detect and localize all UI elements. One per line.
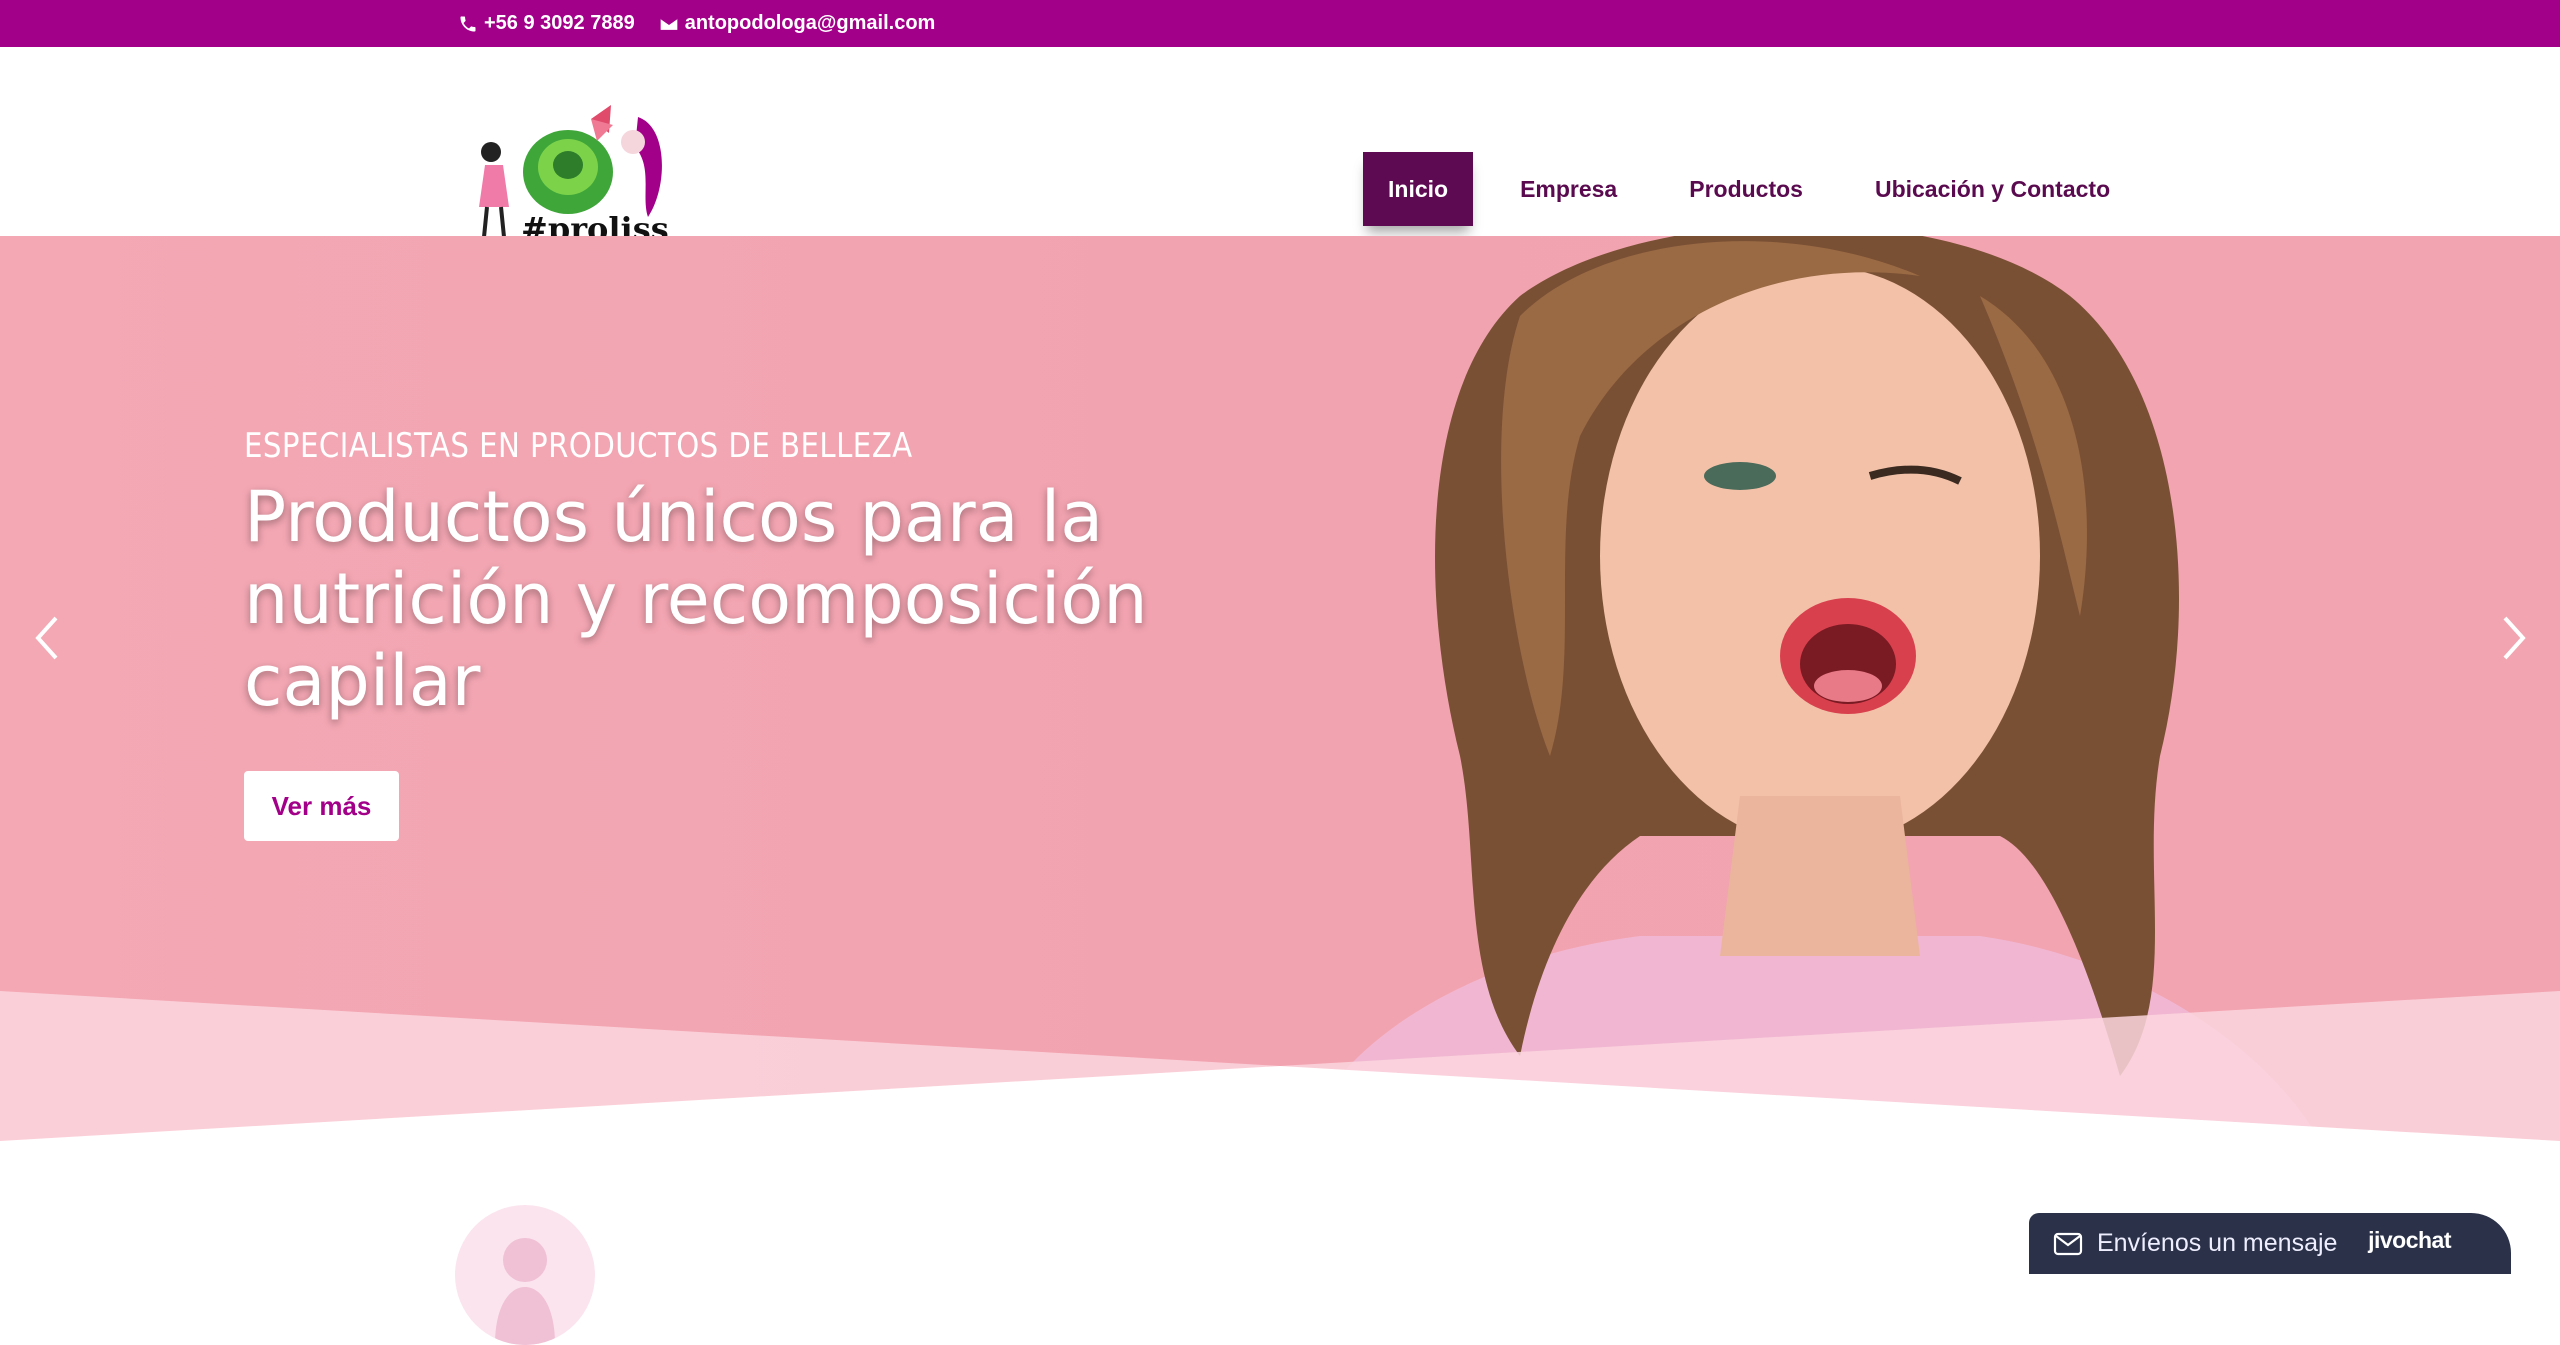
message-icon (2053, 1232, 2083, 1255)
hero-eyebrow: ESPECIALISTAS EN PRODUCTOS DE BELLEZA (244, 426, 913, 466)
chevron-right-icon (2503, 616, 2526, 660)
hero-title: Productos únicos para la nutrición y rec… (244, 476, 1148, 722)
phone-link[interactable]: +56 9 3092 7889 (458, 12, 635, 35)
chevron-left-icon (35, 616, 58, 660)
phone-number: +56 9 3092 7889 (484, 12, 635, 34)
top-bar: +56 9 3092 7889 antopodologa@gmail.com (0, 0, 2560, 47)
site-header: #proliss chile Inicio Empresa Productos … (0, 47, 2560, 280)
email-link[interactable]: antopodologa@gmail.com (659, 12, 936, 35)
slider-prev-button[interactable] (26, 608, 66, 668)
hero-slider: ESPECIALISTAS EN PRODUCTOS DE BELLEZA Pr… (0, 236, 2560, 1141)
nav-item-inicio[interactable]: Inicio (1363, 152, 1474, 226)
chat-widget[interactable]: Envíenos un mensaje jivochat (2029, 1213, 2511, 1274)
chat-brand: jivochat (2368, 1227, 2451, 1253)
slider-next-button[interactable] (2495, 608, 2535, 668)
woman-silhouette-icon (495, 1238, 555, 1345)
hero-model-image (1300, 236, 2320, 1141)
nav-item-empresa[interactable]: Empresa (1495, 152, 1642, 226)
nav-item-ubicacion-contacto[interactable]: Ubicación y Contacto (1850, 152, 2135, 226)
ver-mas-button[interactable]: Ver más (244, 771, 399, 841)
envelope-icon (659, 16, 678, 30)
email-address: antopodologa@gmail.com (684, 12, 936, 34)
phone-icon (460, 16, 476, 31)
feature-circle-image (455, 1205, 595, 1345)
chat-message-label: Envíenos un mensaje (2097, 1229, 2338, 1257)
nav-item-productos[interactable]: Productos (1664, 152, 1828, 226)
main-nav: Inicio Empresa Productos Ubicación y Con… (1363, 152, 2157, 226)
